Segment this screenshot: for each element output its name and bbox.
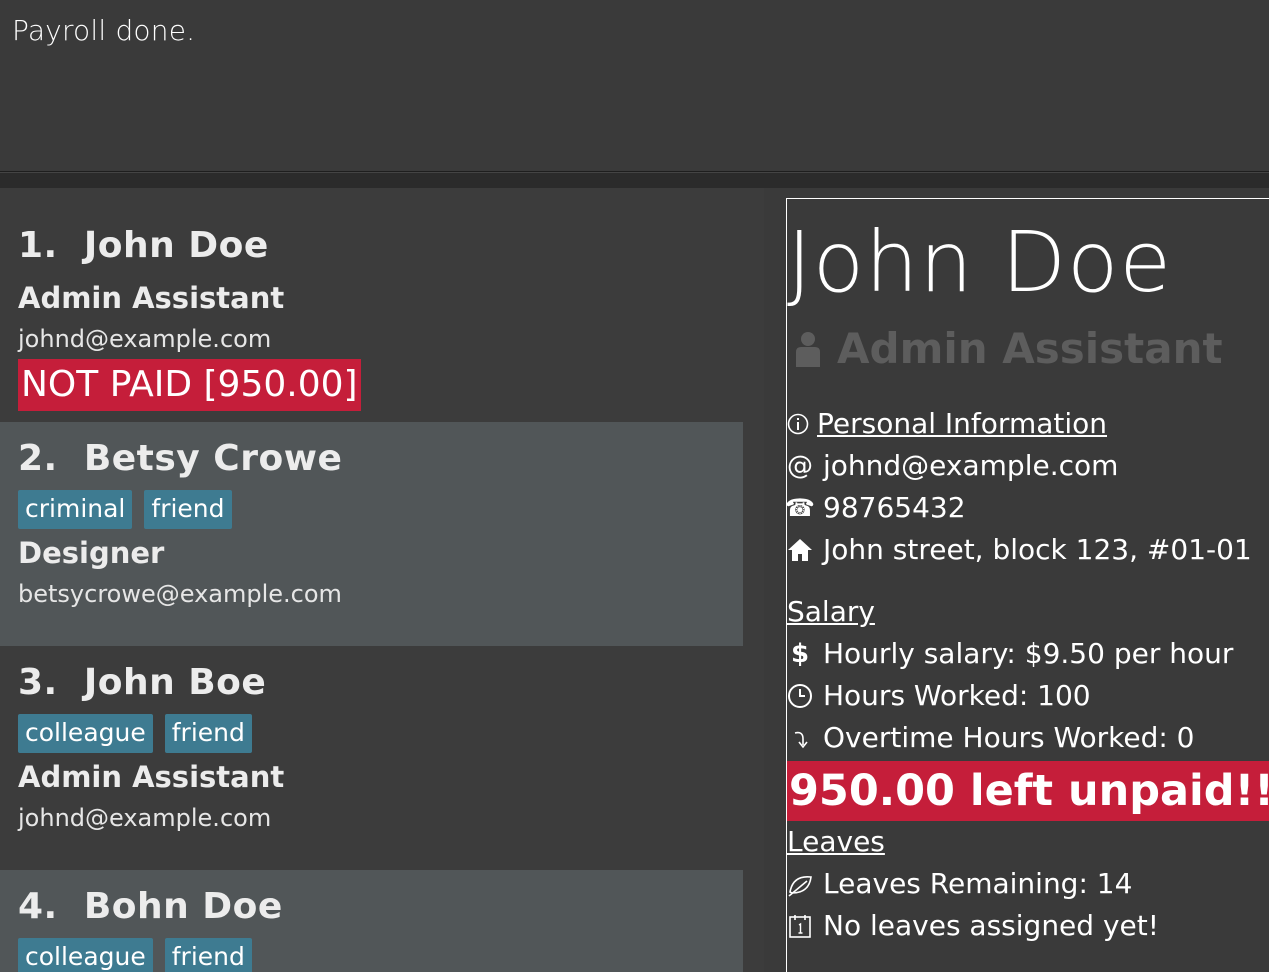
tag-colleague: colleague (18, 714, 153, 753)
hourly-salary-row: $ Hourly salary: $9.50 per hour (787, 637, 1233, 670)
person-detail-panel: John Doe Admin Assistant Personal Inform… (764, 188, 1269, 972)
salary-header: Salary (787, 595, 875, 628)
person-card[interactable]: 3. John Boe colleague friend Admin Assis… (0, 646, 743, 870)
leaf-icon (787, 871, 813, 897)
unpaid-status-badge: NOT PAID [950.00] (18, 359, 361, 411)
person-icon (793, 331, 823, 367)
person-role: Admin Assistant (18, 760, 285, 794)
person-card[interactable]: 1. John Doe Admin Assistant johnd@exampl… (0, 209, 743, 422)
personal-info-header-text: Personal Information (817, 407, 1108, 440)
overtime-row: Overtime Hours Worked: 0 (787, 721, 1195, 754)
leaves-assigned-row: No leaves assigned yet! (787, 909, 1159, 942)
person-role: Designer (18, 536, 165, 570)
hours-worked-row: Hours Worked: 100 (787, 679, 1091, 712)
person-index: 3. (18, 662, 58, 703)
person-role: Admin Assistant (18, 281, 285, 315)
at-icon: @ (787, 450, 813, 481)
salary-header-text: Salary (787, 595, 875, 628)
person-index: 4. (18, 886, 58, 927)
person-name-text: Betsy Crowe (83, 438, 343, 479)
detail-phone: 98765432 (823, 491, 966, 524)
detail-email-row: @ johnd@example.com (787, 449, 1118, 482)
person-list[interactable]: 1. John Doe Admin Assistant johnd@exampl… (0, 209, 743, 972)
hours-worked: Hours Worked: 100 (823, 679, 1091, 712)
person-email: johnd@example.com (18, 325, 272, 353)
home-icon (787, 537, 813, 563)
person-card[interactable]: 4. Bohn Doe colleague friend (0, 870, 743, 972)
person-name-text: John Boe (83, 662, 267, 703)
overtime-hours: Overtime Hours Worked: 0 (823, 721, 1195, 754)
detail-address-row: John street, block 123, #01-01 (787, 533, 1252, 566)
tag-list: colleague friend (18, 938, 252, 972)
tag-criminal: criminal (18, 490, 133, 529)
hourly-salary: Hourly salary: $9.50 per hour (823, 637, 1234, 670)
person-index: 1. (18, 225, 58, 266)
tag-colleague: colleague (18, 938, 153, 972)
leaves-header-text: Leaves (787, 825, 885, 858)
tag-friend: friend (144, 490, 232, 529)
person-email: betsycrowe@example.com (18, 580, 342, 608)
person-name-text: John Doe (83, 225, 269, 266)
leaves-remaining-row: Leaves Remaining: 14 (787, 867, 1132, 900)
person-name-text: Bohn Doe (83, 886, 283, 927)
person-list-panel[interactable]: 1. John Doe Admin Assistant johnd@exampl… (0, 188, 764, 972)
tag-list: colleague friend (18, 714, 252, 753)
detail-phone-row: ☎ 98765432 (785, 491, 966, 524)
result-message: Payroll done. (12, 14, 196, 47)
phone-icon: ☎ (785, 493, 815, 522)
calendar-icon (787, 913, 813, 939)
person-name: 1. John Doe (18, 225, 269, 266)
person-name: 2. Betsy Crowe (18, 438, 342, 479)
pane-divider[interactable] (0, 172, 1269, 188)
detail-role-text: Admin Assistant (837, 324, 1223, 373)
detail-address: John street, block 123, #01-01 (823, 533, 1252, 566)
detail-email: johnd@example.com (823, 449, 1119, 482)
tag-list: criminal friend (18, 490, 232, 529)
tag-friend: friend (164, 714, 252, 753)
detail-frame: John Doe Admin Assistant Personal Inform… (785, 198, 1269, 972)
personal-info-header: Personal Information (787, 407, 1107, 440)
person-index: 2. (18, 438, 58, 479)
person-name: 3. John Boe (18, 662, 266, 703)
arrow-icon (787, 725, 813, 751)
person-name: 4. Bohn Doe (18, 886, 283, 927)
result-display: Payroll done. (0, 0, 1269, 172)
leaves-remaining: Leaves Remaining: 14 (823, 867, 1133, 900)
detail-role: Admin Assistant (793, 324, 1223, 373)
person-email: johnd@example.com (18, 804, 272, 832)
dollar-icon: $ (790, 638, 810, 669)
list-scroll-track[interactable] (743, 188, 764, 972)
clock-icon (787, 683, 813, 709)
leaves-assigned: No leaves assigned yet! (823, 909, 1159, 942)
unpaid-amount-banner: 950.00 left unpaid!! (787, 761, 1269, 821)
tag-friend: friend (164, 938, 252, 972)
leaves-header: Leaves (787, 825, 885, 858)
info-icon (787, 413, 809, 435)
person-card[interactable]: 2. Betsy Crowe criminal friend Designer … (0, 422, 743, 646)
detail-name: John Doe (787, 213, 1173, 311)
